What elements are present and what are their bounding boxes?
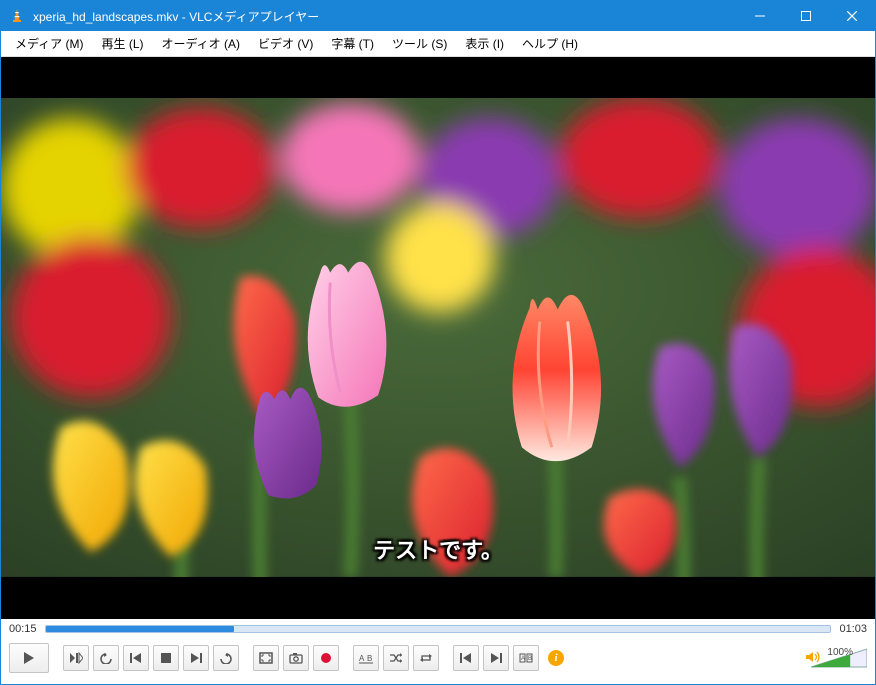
seek-fill bbox=[46, 626, 234, 632]
seek-bar-row: 00:15 01:03 bbox=[1, 619, 875, 639]
menu-audio[interactable]: オーディオ (A) bbox=[154, 32, 249, 55]
menu-media[interactable]: メディア (M) bbox=[7, 32, 91, 55]
vlc-cone-icon bbox=[9, 8, 25, 24]
frame-step-button[interactable] bbox=[63, 645, 89, 671]
minimize-button[interactable] bbox=[737, 1, 783, 31]
titlebar: xperia_hd_landscapes.mkv - VLCメディアプレイヤー bbox=[1, 1, 875, 31]
menu-view[interactable]: 表示 (I) bbox=[457, 32, 512, 55]
subtitle-text: テストです。 bbox=[373, 533, 503, 565]
video-content-image bbox=[1, 98, 875, 577]
svg-text:B: B bbox=[367, 654, 372, 663]
volume-percent: 100% bbox=[827, 647, 853, 658]
svg-text:B: B bbox=[528, 656, 532, 662]
info-icon: i bbox=[548, 650, 564, 666]
controls-toolbar: AB AB i 100% bbox=[1, 639, 875, 681]
play-button[interactable] bbox=[9, 643, 49, 673]
menu-help[interactable]: ヘルプ (H) bbox=[514, 32, 586, 55]
skip-forward-button[interactable] bbox=[213, 645, 239, 671]
atob-loop-button[interactable]: AB bbox=[353, 645, 379, 671]
shuffle-button[interactable] bbox=[383, 645, 409, 671]
menu-video[interactable]: ビデオ (V) bbox=[250, 32, 321, 55]
video-frame bbox=[1, 98, 875, 578]
playlist-button[interactable]: AB bbox=[513, 645, 539, 671]
menu-tools[interactable]: ツール (S) bbox=[384, 32, 455, 55]
menubar: メディア (M) 再生 (L) オーディオ (A) ビデオ (V) 字幕 (T)… bbox=[1, 31, 875, 57]
close-button[interactable] bbox=[829, 1, 875, 31]
menu-playback[interactable]: 再生 (L) bbox=[93, 32, 151, 55]
svg-text:A: A bbox=[521, 656, 525, 662]
record-button[interactable] bbox=[313, 645, 339, 671]
playlist-prev-button[interactable] bbox=[453, 645, 479, 671]
window-title: xperia_hd_landscapes.mkv - VLCメディアプレイヤー bbox=[33, 8, 737, 25]
svg-text:A: A bbox=[359, 654, 365, 663]
window-buttons bbox=[737, 1, 875, 31]
maximize-button[interactable] bbox=[783, 1, 829, 31]
playlist-next-button[interactable] bbox=[483, 645, 509, 671]
snapshot-button[interactable] bbox=[283, 645, 309, 671]
info-button[interactable]: i bbox=[543, 645, 569, 671]
loop-button[interactable] bbox=[413, 645, 439, 671]
time-elapsed[interactable]: 00:15 bbox=[9, 623, 37, 635]
video-area[interactable]: テストです。 bbox=[1, 57, 875, 619]
previous-button[interactable] bbox=[123, 645, 149, 671]
fullscreen-button[interactable] bbox=[253, 645, 279, 671]
next-button[interactable] bbox=[183, 645, 209, 671]
time-total[interactable]: 01:03 bbox=[839, 623, 867, 635]
menu-subtitle[interactable]: 字幕 (T) bbox=[323, 32, 382, 55]
skip-back-button[interactable] bbox=[93, 645, 119, 671]
stop-button[interactable] bbox=[153, 645, 179, 671]
volume-control: 100% bbox=[805, 647, 867, 670]
seek-bar[interactable] bbox=[45, 625, 832, 633]
